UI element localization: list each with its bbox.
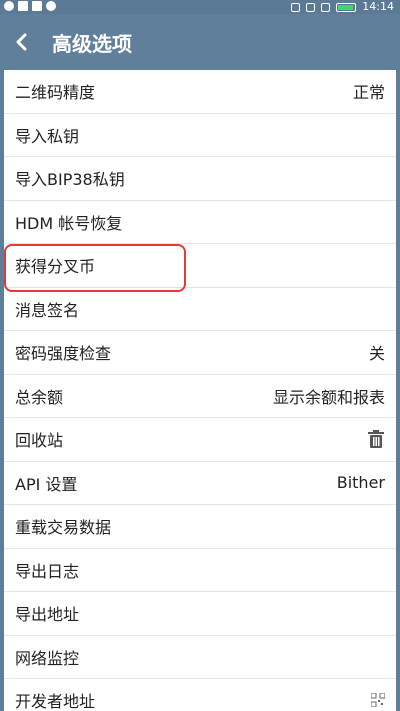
setting-row-reload-tx[interactable]: 重载交易数据 [4, 505, 396, 549]
setting-row-developer-address[interactable]: 开发者地址 [4, 679, 396, 711]
setting-row-import-private-key[interactable]: 导入私钥 [4, 114, 396, 157]
setting-row-export-log[interactable]: 导出日志 [4, 549, 396, 592]
setting-label: 导入BIP38私钥 [15, 170, 125, 190]
sync-icon [4, 1, 14, 11]
setting-value: 正常 [352, 83, 385, 103]
setting-label: API 设置 [15, 474, 78, 494]
setting-row-fork-coins[interactable]: 获得分叉币 [4, 244, 396, 288]
mute-icon [46, 1, 56, 11]
setting-value: 显示余额和报表 [272, 387, 385, 407]
setting-row-message-sign[interactable]: 消息签名 [4, 288, 396, 331]
setting-row-hdm-recovery[interactable]: HDM 帐号恢复 [4, 201, 396, 244]
setting-row-qr-precision[interactable]: 二维码精度 正常 [4, 70, 396, 114]
setting-row-password-check[interactable]: 密码强度检查 关 [4, 331, 396, 375]
setting-label: 重载交易数据 [15, 518, 112, 538]
chevron-left-icon [16, 33, 27, 51]
setting-label: 二维码精度 [15, 83, 96, 103]
setting-label: 密码强度检查 [15, 344, 112, 364]
settings-list: 二维码精度 正常 导入私钥 导入BIP38私钥 HDM 帐号恢复 获得分叉币 消… [4, 70, 396, 711]
setting-label: 网络监控 [15, 648, 80, 668]
title-bar: 高级选项 [0, 14, 400, 70]
usb-icon [18, 1, 28, 11]
wifi-icon [306, 2, 316, 12]
setting-label: HDM 帐号恢复 [15, 213, 123, 233]
signal-icon [321, 2, 331, 12]
setting-value: 关 [368, 344, 385, 364]
setting-label: 导入私钥 [15, 126, 80, 146]
notification-icon [32, 1, 42, 11]
status-right-icons: 14:14 [291, 0, 394, 14]
setting-label: 导出日志 [15, 561, 80, 581]
status-time: 14:14 [362, 0, 394, 13]
setting-value: Bither [336, 473, 385, 493]
setting-label: 总余额 [15, 387, 64, 407]
vibrate-icon [291, 2, 301, 12]
setting-label: 导出地址 [15, 605, 80, 625]
setting-row-export-address[interactable]: 导出地址 [4, 592, 396, 636]
setting-label: 回收站 [15, 431, 64, 451]
setting-row-total-balance[interactable]: 总余额 显示余额和报表 [4, 375, 396, 418]
setting-label: 消息签名 [15, 300, 80, 320]
setting-label: 开发者地址 [15, 692, 96, 711]
setting-label: 获得分叉币 [15, 257, 96, 277]
battery-icon [336, 2, 357, 12]
setting-row-trash[interactable]: 回收站 [4, 418, 396, 462]
status-left-icons [4, 1, 56, 11]
trash-icon [368, 430, 384, 449]
setting-row-api[interactable]: API 设置 Bither [4, 462, 396, 505]
qr-code-icon [371, 693, 385, 708]
setting-row-import-bip38[interactable]: 导入BIP38私钥 [4, 157, 396, 201]
back-button[interactable] [0, 14, 44, 70]
setting-row-network-monitor[interactable]: 网络监控 [4, 636, 396, 679]
status-bar: 14:14 [0, 0, 400, 14]
page-title: 高级选项 [52, 31, 132, 56]
